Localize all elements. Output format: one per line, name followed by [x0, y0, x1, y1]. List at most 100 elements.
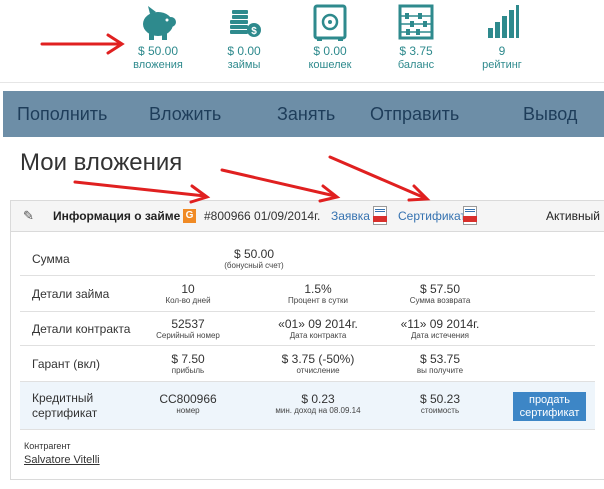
annotation-arrow	[220, 168, 337, 198]
row-label: Гарант (вкл)	[32, 357, 101, 371]
main-nav: Пополнить Вложить Занять Отправить Вывод	[3, 91, 604, 137]
button-label-line: сертификат	[519, 406, 580, 419]
loan-number: #800966 01/09/2014г.	[204, 209, 321, 223]
svg-text:$: $	[251, 26, 257, 37]
stat-value: $ 0.00	[227, 44, 261, 58]
stat-wallet[interactable]: $ 0.00 кошелек	[285, 0, 375, 72]
table-cell: $ 7.50 прибыль	[128, 352, 248, 376]
cell-value: 52537	[171, 317, 205, 331]
nav-borrow[interactable]: Занять	[277, 91, 335, 137]
loan-panel: ✎ Информация о займе G #800966 01/09/201…	[10, 200, 604, 480]
table-cell: $ 50.23 стоимость	[380, 392, 500, 416]
divider	[0, 82, 604, 83]
cell-value: $ 7.50	[171, 352, 205, 366]
table-cell: $ 3.75 (-50%) отчисление	[258, 352, 378, 376]
page-title: Мои вложения	[20, 149, 183, 176]
stat-label: рейтинг	[482, 59, 522, 71]
cell-caption: Сумма возврата	[409, 296, 471, 305]
nav-deposit[interactable]: Пополнить	[17, 91, 107, 137]
stat-label: баланс	[397, 59, 435, 71]
safe-icon	[313, 4, 347, 41]
table-cell: 10 Кол-во дней	[128, 282, 248, 306]
nav-invest[interactable]: Вложить	[149, 91, 221, 137]
certificate-link[interactable]: Сертификат	[398, 209, 466, 224]
cell-caption: (бонусный счет)	[224, 261, 284, 270]
bar-chart-icon	[488, 5, 519, 38]
cell-caption: прибыль	[171, 366, 205, 375]
stat-investments[interactable]: $ 50.00 вложения	[113, 0, 203, 72]
pdf-icon[interactable]	[463, 206, 477, 225]
row-label-line: сертификат	[32, 406, 98, 420]
annotation-arrow	[73, 180, 207, 198]
loan-panel-header: ✎ Информация о займе G #800966 01/09/201…	[11, 201, 604, 232]
table-cell: $ 50.00 (бонусный счет)	[194, 247, 314, 271]
table-row: Детали контракта 52537 Серийный номер «0…	[20, 312, 595, 346]
nav-send[interactable]: Отправить	[370, 91, 459, 137]
abacus-icon	[398, 4, 434, 40]
stat-value: 9	[498, 44, 506, 58]
cell-caption: отчисление	[296, 366, 340, 375]
stat-value: $ 0.00	[313, 44, 347, 58]
cell-value: «01» 09 2014г.	[278, 317, 358, 331]
cell-caption: стоимость	[420, 406, 460, 415]
cell-value: $ 3.75 (-50%)	[281, 352, 355, 366]
row-label: Кредитный сертификат	[32, 391, 97, 421]
cell-value: $ 53.75	[419, 352, 461, 366]
cell-caption: мин. доход на 08.09.14	[275, 406, 361, 415]
table-cell: «11» 09 2014г. Дата истечения	[380, 317, 500, 341]
row-label-line: Кредитный	[32, 391, 94, 405]
stat-label: займы	[227, 59, 261, 71]
annotation-arrow-head	[318, 184, 341, 203]
table-row: Кредитный сертификат CC800966 номер $ 0.…	[20, 382, 595, 430]
stat-balance[interactable]: $ 3.75 баланс	[371, 0, 461, 72]
cell-caption: Процент в сутки	[288, 296, 348, 305]
loan-info-label: Информация о займе	[53, 209, 181, 223]
annotation-arrow-head	[407, 184, 431, 202]
table-row: Гарант (вкл) $ 7.50 прибыль $ 3.75 (-50%…	[20, 346, 595, 382]
nav-withdraw[interactable]: Вывод	[523, 91, 577, 137]
stats-bar: $ 50.00 вложения $ $ 0.00 займы $ 0.00 к…	[0, 0, 604, 82]
cell-caption: Дата истечения	[411, 331, 469, 340]
row-label: Детали займа	[32, 287, 110, 301]
counterparty-label: Контрагент	[24, 441, 71, 451]
cell-value: $ 57.50	[419, 282, 461, 296]
cell-value: 10	[181, 282, 195, 296]
cell-value: «11» 09 2014г.	[400, 317, 480, 331]
table-cell: $ 53.75 вы получите	[380, 352, 500, 376]
stat-loans[interactable]: $ $ 0.00 займы	[199, 0, 289, 72]
button-label-line: продать	[528, 393, 570, 406]
pdf-icon[interactable]	[373, 206, 387, 225]
cell-value: $ 50.00	[233, 247, 275, 261]
table-cell: $ 57.50 Сумма возврата	[380, 282, 500, 306]
stat-value: $ 3.75	[399, 44, 433, 58]
stat-label: кошелек	[308, 59, 352, 71]
status-badge: Активный	[546, 209, 600, 223]
table-cell: $ 0.23 мин. доход на 08.09.14	[258, 392, 378, 416]
table-row: Детали займа 10 Кол-во дней 1.5% Процент…	[20, 276, 595, 312]
table-cell: 1.5% Процент в сутки	[258, 282, 378, 306]
counterparty-link[interactable]: Salvatore Vitelli	[24, 454, 100, 466]
annotation-arrow	[328, 155, 427, 200]
cell-value: 1.5%	[304, 282, 332, 296]
piggy-bank-icon	[143, 6, 176, 40]
cell-caption: номер	[176, 406, 200, 415]
table-row: Сумма $ 50.00 (бонусный счет)	[20, 242, 595, 276]
request-link[interactable]: Заявка	[331, 209, 370, 224]
stat-rating[interactable]: 9 рейтинг	[457, 0, 547, 72]
coins-icon: $	[230, 10, 261, 37]
stat-value: $ 50.00	[137, 44, 179, 58]
cell-value: $ 0.23	[301, 392, 335, 406]
table-cell: 52537 Серийный номер	[128, 317, 248, 341]
sell-certificate-button[interactable]: продать сертификат	[513, 392, 586, 421]
cell-caption: Кол-во дней	[165, 296, 211, 305]
loan-badge: G	[183, 209, 196, 223]
cell-caption: Серийный номер	[156, 331, 220, 340]
stat-label: вложения	[133, 59, 183, 71]
cell-caption: Дата контракта	[289, 331, 347, 340]
pencil-icon[interactable]: ✎	[23, 208, 34, 223]
table-cell: «01» 09 2014г. Дата контракта	[258, 317, 378, 341]
cell-value: CC800966	[159, 392, 217, 406]
cell-caption: вы получите	[416, 366, 464, 375]
row-label: Детали контракта	[32, 322, 131, 336]
row-label: Сумма	[32, 252, 70, 266]
